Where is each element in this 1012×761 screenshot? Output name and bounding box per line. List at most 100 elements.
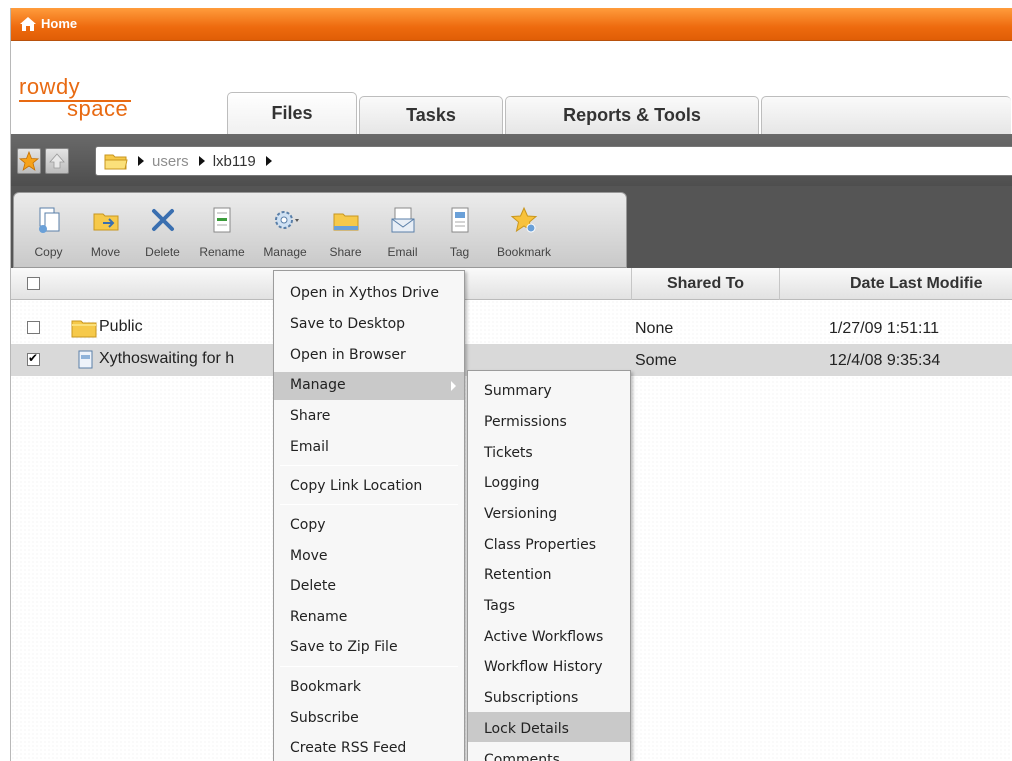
submenu-item-lock-details[interactable]: Lock Details	[484, 721, 569, 737]
menu-item-create-rss-feed[interactable]: Create RSS Feed	[290, 740, 406, 756]
tab-reports-tools[interactable]: Reports & Tools	[505, 96, 759, 134]
tag-button[interactable]: Tag	[431, 193, 488, 267]
submenu-item-tickets[interactable]: Tickets	[484, 445, 533, 461]
menu-item-rename[interactable]: Rename	[290, 609, 347, 625]
share-label: Share	[329, 245, 362, 259]
submenu-item-subscriptions[interactable]: Subscriptions	[484, 690, 578, 706]
favorites-button[interactable]	[17, 148, 41, 174]
star-icon	[18, 150, 40, 171]
top-bar: Home	[11, 8, 1012, 41]
breadcrumb: users lxb119	[95, 146, 1012, 176]
share-button[interactable]: Share	[317, 193, 374, 267]
select-all-checkbox[interactable]	[27, 277, 40, 290]
delete-label: Delete	[145, 245, 180, 259]
submenu-item-permissions[interactable]: Permissions	[484, 414, 567, 430]
delete-button[interactable]: Delete	[134, 193, 191, 267]
submenu-item-summary[interactable]: Summary	[484, 383, 552, 399]
menu-item-share[interactable]: Share	[290, 408, 330, 424]
menu-item-subscribe[interactable]: Subscribe	[290, 710, 359, 726]
move-label: Move	[90, 245, 121, 259]
up-folder-button[interactable]	[45, 148, 69, 174]
main-tabs: Files Tasks Reports & Tools	[227, 92, 1012, 134]
tag-icon	[451, 207, 468, 233]
file-name[interactable]: Public	[99, 318, 143, 336]
home-icon[interactable]	[19, 16, 37, 32]
header: rowdy space Files Tasks Reports & Tools	[11, 42, 1012, 134]
rename-icon	[213, 207, 231, 233]
submenu-item-retention[interactable]: Retention	[484, 567, 552, 583]
context-menu: Open in Xythos Drive Save to Desktop Ope…	[273, 270, 465, 761]
breadcrumb-separator-icon	[265, 156, 272, 166]
menu-separator	[280, 465, 458, 466]
row-checkbox[interactable]	[27, 321, 40, 334]
submenu-item-tags[interactable]: Tags	[484, 598, 515, 614]
menu-item-email[interactable]: Email	[290, 439, 329, 455]
row-checkbox[interactable]	[27, 351, 40, 366]
bookmark-label: Bookmark	[496, 245, 552, 259]
date-modified-value: 1/27/09 1:51:11	[829, 320, 940, 337]
manage-button[interactable]: Manage	[253, 193, 317, 267]
bookmark-star-icon	[510, 206, 538, 233]
manage-submenu: Summary Permissions Tickets Logging Vers…	[467, 370, 631, 761]
shared-to-value: None	[635, 320, 674, 337]
manage-label: Manage	[263, 245, 307, 259]
column-header-date-modified[interactable]: Date Last Modifie	[779, 268, 1012, 300]
column-header-shared-to[interactable]: Shared To	[631, 268, 779, 300]
copy-button[interactable]: Copy	[20, 193, 77, 267]
menu-separator	[280, 666, 458, 667]
table-header: Shared To Date Last Modifie	[11, 268, 1012, 300]
menu-item-move[interactable]: Move	[290, 548, 328, 564]
table-row[interactable]: Public None 1/27/09 1:51:11	[11, 312, 1012, 344]
submenu-item-workflow-history[interactable]: Workflow History	[484, 659, 603, 675]
breadcrumb-item-users[interactable]: users	[152, 153, 189, 170]
menu-item-bookmark[interactable]: Bookmark	[290, 679, 361, 695]
move-button[interactable]: Move	[77, 193, 134, 267]
breadcrumb-separator-icon	[138, 156, 144, 166]
menu-item-open-in-browser[interactable]: Open in Browser	[290, 347, 406, 363]
menu-item-copy[interactable]: Copy	[290, 517, 326, 533]
submenu-item-class-properties[interactable]: Class Properties	[484, 537, 596, 553]
tab-files[interactable]: Files	[227, 92, 357, 134]
date-modified-value: 12/4/08 9:35:34	[829, 352, 941, 369]
submenu-item-active-workflows[interactable]: Active Workflows	[484, 629, 603, 645]
breadcrumb-bar: users lxb119	[11, 134, 1012, 186]
copy-label: Copy	[34, 245, 63, 259]
document-icon	[78, 350, 93, 369]
app-window: Home rowdy space Files Tasks Reports & T…	[10, 8, 1012, 761]
menu-item-delete[interactable]: Delete	[290, 578, 336, 594]
email-label: Email	[387, 245, 418, 259]
submenu-arrow-icon	[451, 381, 456, 391]
home-link[interactable]: Home	[41, 16, 77, 31]
breadcrumb-separator-icon	[198, 156, 205, 166]
share-icon	[333, 213, 358, 231]
menu-item-manage[interactable]: Manage	[290, 377, 346, 393]
breadcrumb-item-current[interactable]: lxb119	[213, 153, 256, 170]
gear-icon	[275, 211, 299, 229]
rowdy-space-logo: rowdy space	[17, 74, 157, 134]
shared-to-value: Some	[635, 352, 677, 369]
email-icon	[391, 207, 414, 233]
submenu-item-logging[interactable]: Logging	[484, 475, 540, 491]
tab-tasks[interactable]: Tasks	[359, 96, 503, 134]
move-icon	[93, 213, 118, 231]
menu-item-save-to-zip[interactable]: Save to Zip File	[290, 639, 398, 655]
menu-item-save-to-desktop[interactable]: Save to Desktop	[290, 316, 405, 332]
submenu-item-comments[interactable]: Comments	[484, 752, 560, 761]
tag-label: Tag	[449, 245, 470, 259]
delete-icon	[151, 209, 174, 231]
toolbar-row: Copy Move Delete Rename Manage Share Ema…	[11, 186, 1012, 268]
up-arrow-icon	[49, 153, 65, 169]
menu-item-copy-link-location[interactable]: Copy Link Location	[290, 478, 422, 494]
tab-filler	[761, 96, 1011, 134]
menu-separator	[280, 504, 458, 505]
bookmark-button[interactable]: Bookmark	[488, 193, 560, 267]
rename-button[interactable]: Rename	[191, 193, 253, 267]
menu-item-open-xythos-drive[interactable]: Open in Xythos Drive	[290, 285, 439, 301]
rename-label: Rename	[199, 245, 245, 259]
file-name[interactable]: Xythoswaiting for h	[99, 350, 234, 368]
copy-icon	[38, 207, 59, 233]
submenu-item-versioning[interactable]: Versioning	[484, 506, 557, 522]
logo-line-2: space	[67, 96, 129, 121]
folder-icon	[71, 320, 97, 338]
email-button[interactable]: Email	[374, 193, 431, 267]
